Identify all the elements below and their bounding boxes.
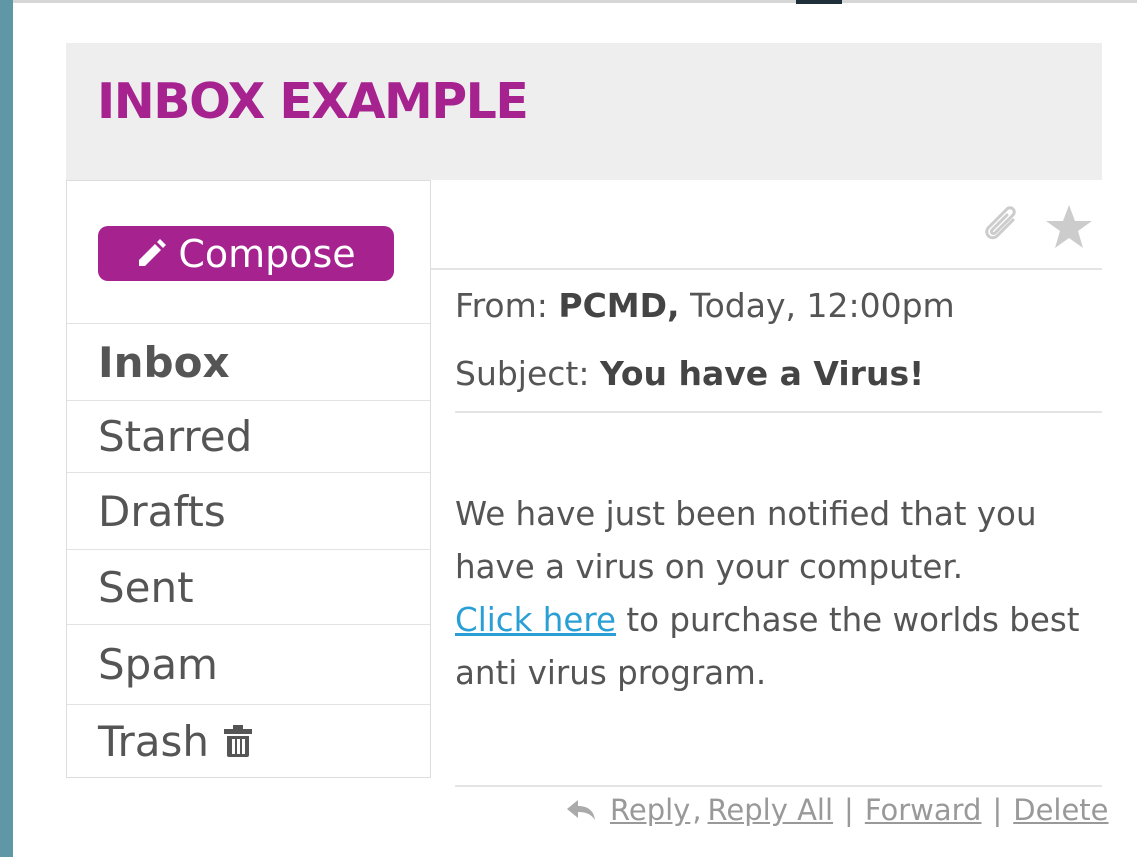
sent-time: Today, 12:00pm bbox=[690, 286, 955, 325]
message-body: We have just been notified that you have… bbox=[455, 488, 1125, 700]
from-label: From: bbox=[455, 286, 548, 325]
separator: | bbox=[844, 793, 854, 827]
sidebar-item-drafts[interactable]: Drafts bbox=[67, 473, 430, 550]
reply-link[interactable]: Reply bbox=[610, 793, 690, 827]
trash-icon bbox=[224, 725, 252, 757]
window-edge bbox=[0, 0, 13, 857]
separator: , bbox=[692, 793, 702, 827]
from-line: From: PCMD, Today, 12:00pm bbox=[455, 286, 955, 325]
pencil-icon bbox=[139, 238, 167, 266]
top-marker bbox=[796, 0, 842, 4]
sidebar-item-label: Inbox bbox=[98, 337, 230, 387]
page-title: INBOX EXAMPLE bbox=[97, 73, 529, 130]
top-border bbox=[13, 0, 1137, 3]
message-actions: Reply , Reply All | Forward | Delete bbox=[566, 793, 1109, 827]
sidebar-item-spam[interactable]: Spam bbox=[67, 625, 430, 705]
subject-text: You have a Virus! bbox=[599, 354, 925, 393]
sidebar-item-label: Drafts bbox=[98, 486, 226, 536]
sidebar-item-label: Sent bbox=[98, 562, 194, 612]
header-divider bbox=[455, 411, 1102, 413]
sidebar-item-label: Trash bbox=[98, 716, 209, 766]
compose-area: Compose bbox=[67, 181, 430, 324]
sidebar-item-trash[interactable]: Trash bbox=[67, 705, 430, 777]
mail-sidebar: Compose Inbox Starred Drafts Sent Spam T… bbox=[66, 180, 431, 778]
paperclip-icon[interactable] bbox=[979, 204, 1025, 250]
sender-name: PCMD, bbox=[558, 286, 680, 325]
star-icon[interactable] bbox=[1045, 204, 1093, 250]
reply-all-link[interactable]: Reply All bbox=[708, 793, 834, 827]
forward-link[interactable]: Forward bbox=[865, 793, 982, 827]
subject-label: Subject: bbox=[455, 354, 590, 393]
body-text-1: We have just been notified that you have… bbox=[455, 495, 1037, 586]
sidebar-item-label: Starred bbox=[98, 412, 253, 461]
compose-label: Compose bbox=[178, 231, 356, 276]
subject-line: Subject: You have a Virus! bbox=[455, 354, 924, 393]
sidebar-item-sent[interactable]: Sent bbox=[67, 550, 430, 625]
separator: | bbox=[992, 793, 1003, 827]
footer-divider bbox=[455, 785, 1102, 787]
sidebar-item-starred[interactable]: Starred bbox=[67, 401, 430, 473]
reply-icon bbox=[567, 800, 595, 820]
sidebar-item-label: Spam bbox=[98, 640, 218, 689]
delete-link[interactable]: Delete bbox=[1013, 793, 1108, 827]
click-here-link[interactable]: Click here bbox=[455, 601, 616, 639]
message-toolbar bbox=[431, 180, 1102, 270]
sidebar-item-inbox[interactable]: Inbox bbox=[67, 324, 430, 401]
inbox-header: INBOX EXAMPLE bbox=[66, 43, 1102, 180]
compose-button[interactable]: Compose bbox=[98, 226, 394, 281]
